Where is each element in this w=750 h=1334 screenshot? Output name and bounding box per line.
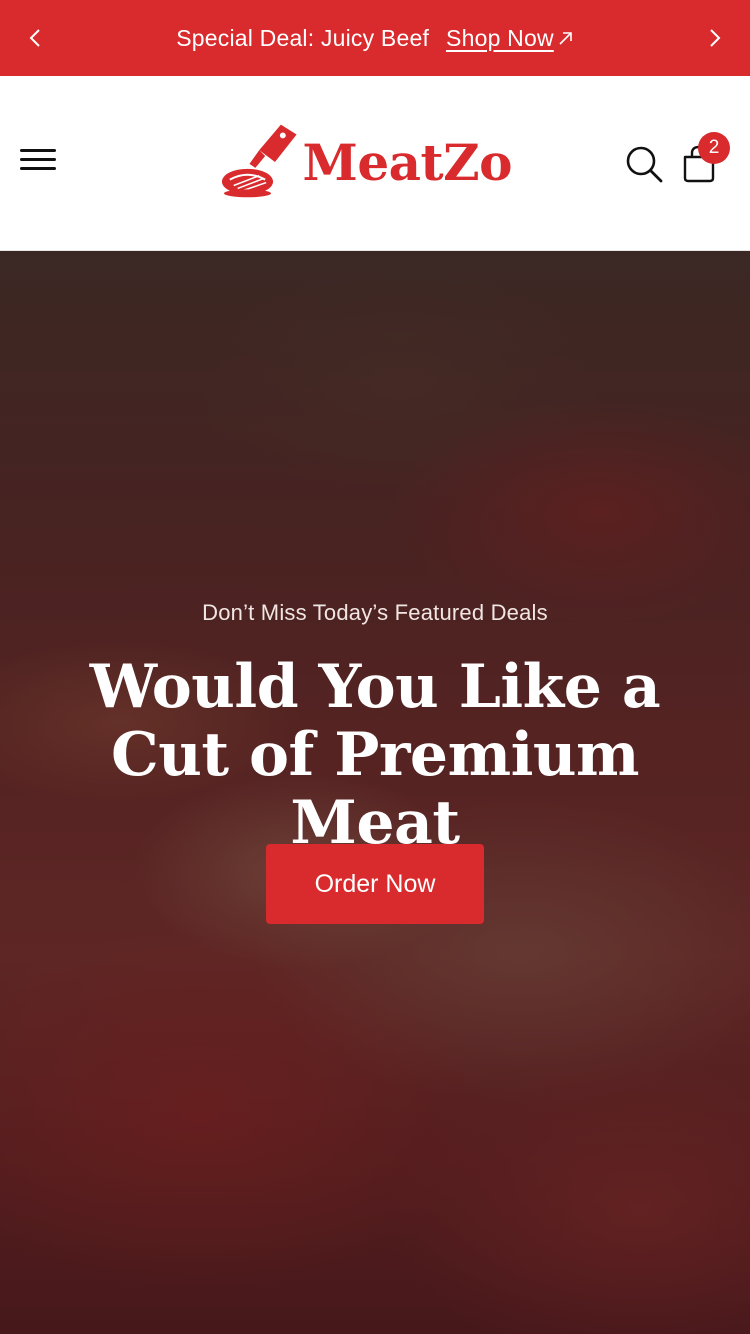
announcement-prev-button[interactable] <box>21 24 49 52</box>
announcement-text: Special Deal: Juicy Beef <box>176 24 430 51</box>
hamburger-menu-icon[interactable] <box>20 149 56 175</box>
shop-now-link[interactable]: Shop Now <box>446 25 574 52</box>
search-icon <box>626 146 663 183</box>
chevron-right-icon <box>710 29 721 47</box>
hero-banner: Don’t Miss Today’s Featured Deals Would … <box>0 251 750 1334</box>
brand-logo[interactable]: MeatZo <box>220 116 512 202</box>
site-header: MeatZo 2 <box>0 76 750 251</box>
hero-subtitle: Don’t Miss Today’s Featured Deals <box>202 600 548 625</box>
announcement-next-button[interactable] <box>701 24 729 52</box>
cleaver-steak-icon <box>221 124 297 198</box>
announcement-message: Special Deal: Juicy Beef Shop Now <box>176 25 574 52</box>
chevron-left-icon <box>29 29 40 47</box>
announcement-bar: Special Deal: Juicy Beef Shop Now <box>0 0 750 76</box>
cart-count-badge: 2 <box>698 132 730 164</box>
shop-now-label: Shop Now <box>446 24 554 51</box>
hero-title: Would You Like a Cut of Premium Meat <box>89 652 661 858</box>
order-now-button[interactable]: Order Now <box>266 844 484 924</box>
search-button[interactable] <box>624 144 664 184</box>
brand-name: MeatZo <box>302 132 513 192</box>
arrow-up-right-icon <box>559 32 572 45</box>
